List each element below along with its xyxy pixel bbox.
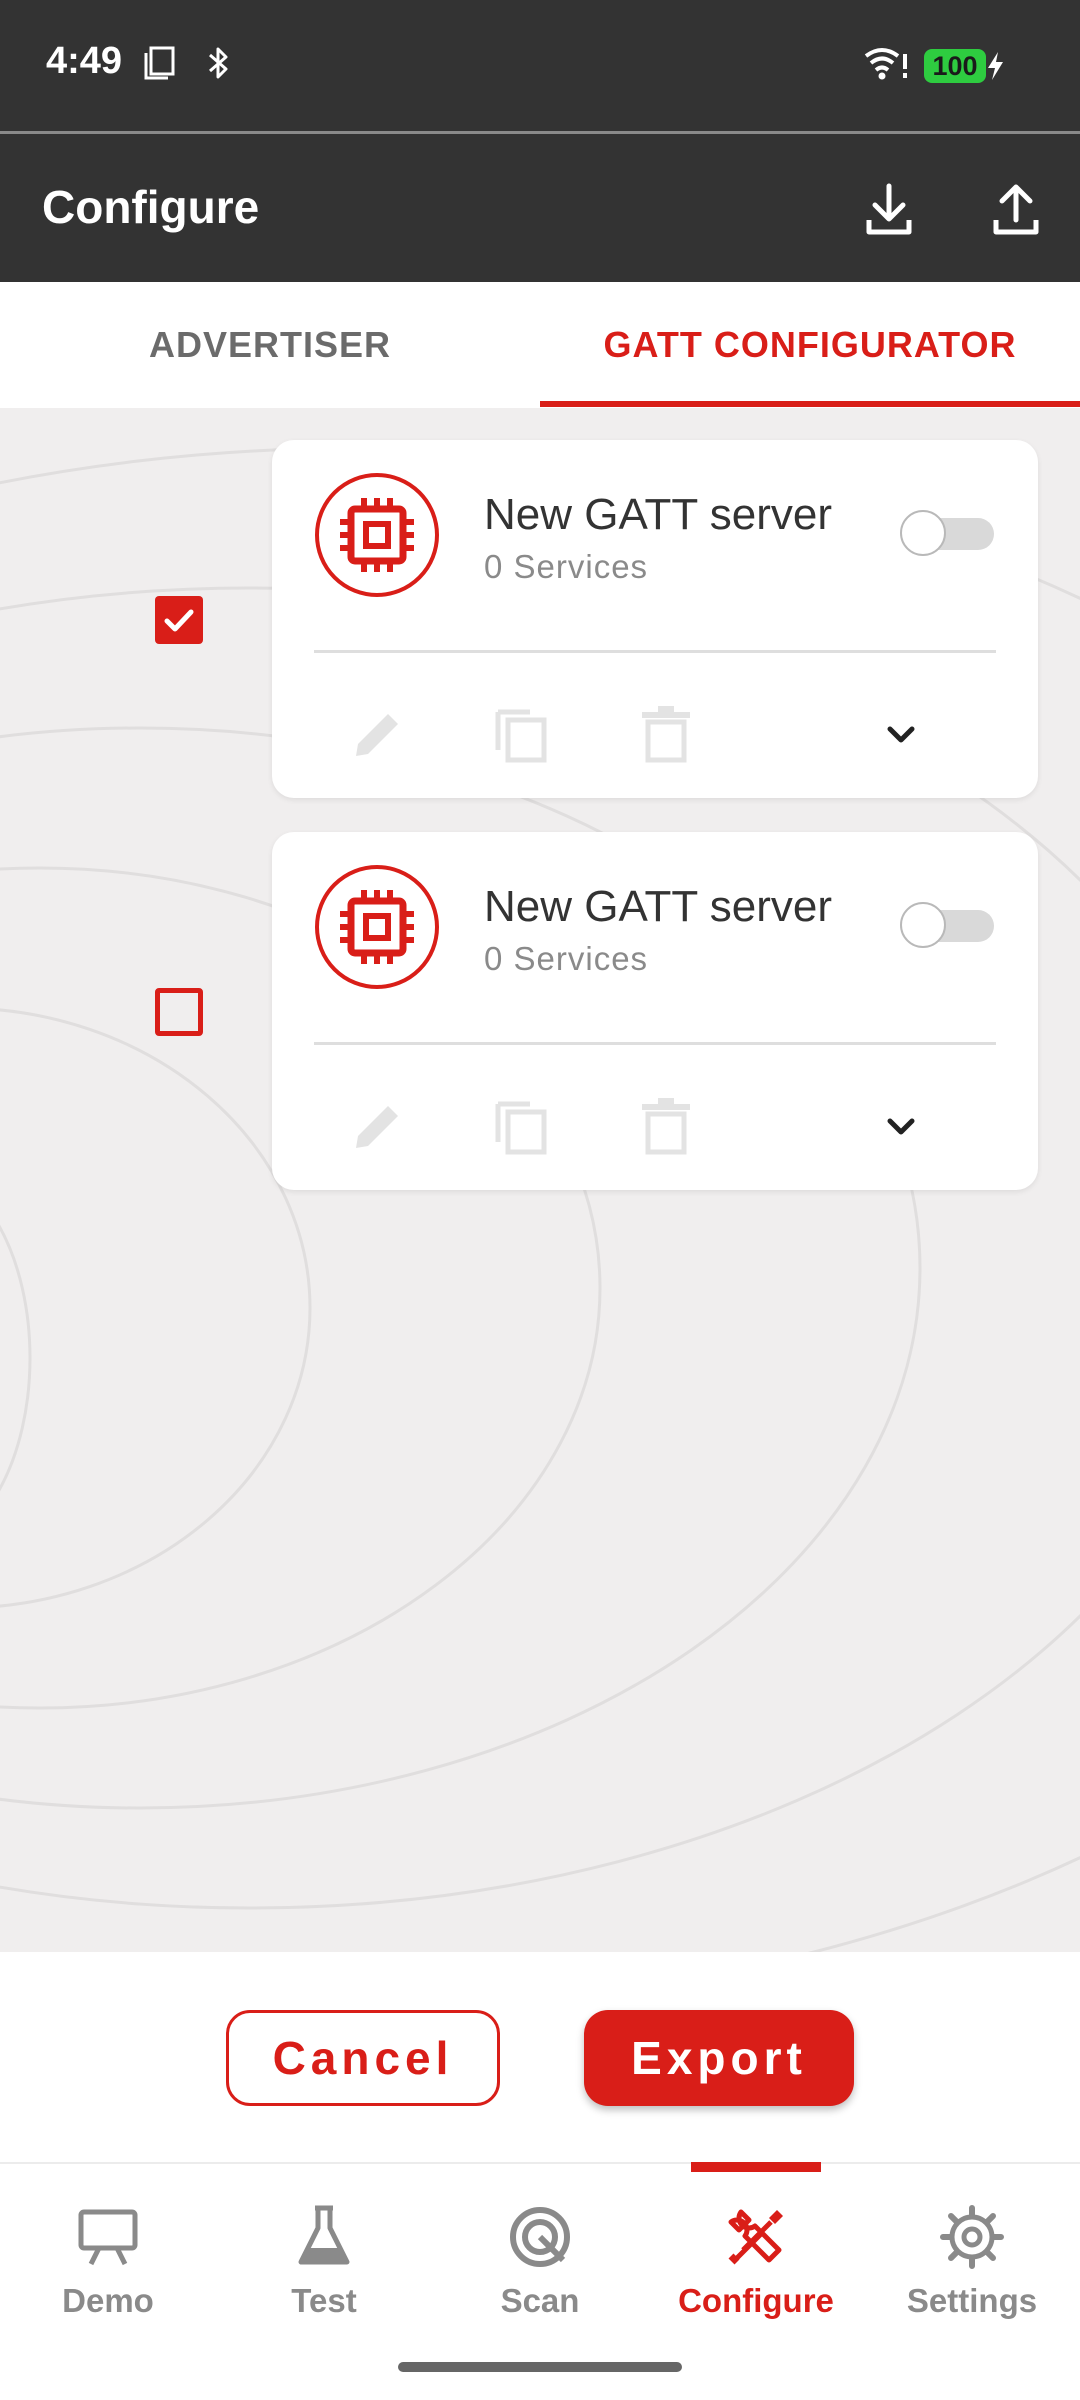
delete-trash-icon[interactable] [634,702,698,766]
chip-icon [315,865,439,989]
tab-advertiser[interactable]: ADVERTISER [0,282,540,408]
tab-indicator [540,401,1080,407]
edit-pencil-icon[interactable] [346,702,410,766]
nav-label: Settings [906,2282,1038,2319]
battery-indicator: 100 [924,49,986,83]
nav-label: Test [291,2282,357,2319]
server-name: New GATT server [484,882,832,931]
copy-icon[interactable] [490,702,554,766]
gatt-server-card[interactable]: New GATT server 0 Services [272,832,1038,1190]
server-name: New GATT server [484,490,832,539]
toggle-thumb [900,902,946,948]
edit-pencil-icon[interactable] [346,1094,410,1158]
toggle-thumb [900,510,946,556]
wifi-icon [864,48,907,80]
tab-gatt-configurator[interactable]: GATT CONFIGURATOR [540,282,1080,408]
export-button[interactable]: Export [584,2010,854,2106]
server-select-checkbox[interactable] [155,596,203,644]
tab-bar: ADVERTISER GATT CONFIGURATOR [0,282,1080,408]
bluetooth-icon [209,47,228,79]
checkmark-icon [164,609,194,632]
nav-item-settings[interactable]: Settings [864,2204,1080,2354]
chevron-down-icon[interactable] [876,1102,926,1152]
server-services-count: 0 Services [484,940,649,977]
gear-icon [940,2205,1004,2269]
nav-active-indicator [691,2162,821,2172]
nav-item-demo[interactable]: Demo [0,2204,216,2354]
server-enable-toggle[interactable] [900,902,994,948]
wrench-screwdriver-icon [728,2209,783,2265]
download-icon[interactable] [857,178,921,242]
card-divider [314,650,996,653]
flask-icon [298,2205,350,2265]
screen-icon [144,46,175,80]
cancel-button[interactable]: Cancel [226,2010,500,2106]
delete-trash-icon[interactable] [634,1094,698,1158]
status-bar: 4:49 100 [0,0,1080,134]
presentation-board-icon [78,2209,138,2266]
page-title: Configure [42,181,260,233]
gatt-server-card[interactable]: New GATT server 0 Services [272,440,1038,798]
copy-icon[interactable] [490,1094,554,1158]
charging-bolt-icon [988,52,1003,80]
app-bar: Configure [0,134,1080,282]
battery-level: 100 [932,51,978,81]
nav-item-configure[interactable]: Configure [648,2204,864,2354]
nav-label: Scan [500,2282,580,2319]
status-time: 4:49 [46,40,123,82]
content-area: New GATT server 0 Services New GATT serv… [0,408,1080,1952]
nav-label: Demo [62,2282,154,2319]
chevron-down-icon[interactable] [876,710,926,760]
nav-label: Configure [678,2282,834,2319]
nav-item-scan[interactable]: Scan [432,2204,648,2354]
chip-icon [315,473,439,597]
radar-scan-icon [510,2207,570,2267]
card-divider [314,1042,996,1045]
nav-item-test[interactable]: Test [216,2204,432,2354]
action-bar: Cancel Export [0,1952,1080,2162]
server-select-checkbox[interactable] [155,988,203,1036]
upload-icon[interactable] [984,178,1048,242]
home-indicator [398,2362,682,2372]
server-services-count: 0 Services [484,548,649,585]
server-enable-toggle[interactable] [900,510,994,556]
